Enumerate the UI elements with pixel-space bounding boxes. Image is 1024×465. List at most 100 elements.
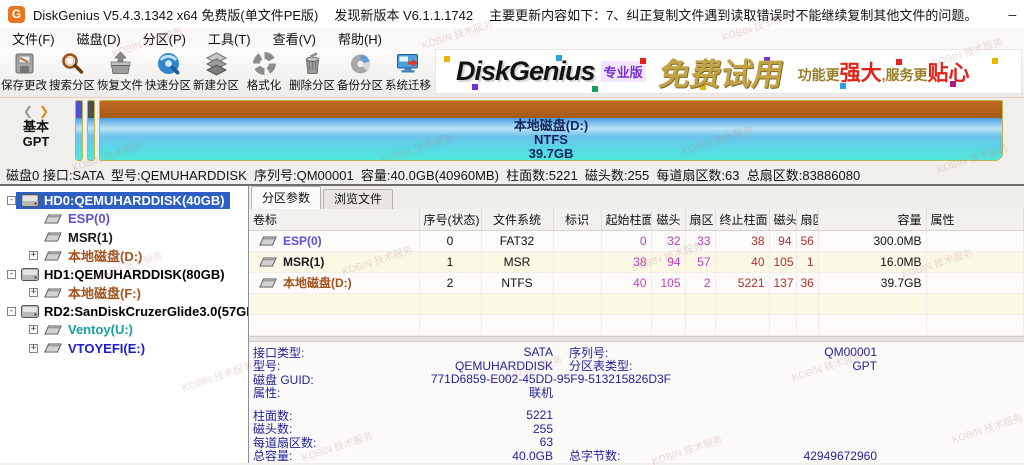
volume-label: MSR(1) [283,254,325,269]
tab-partition-params[interactable]: 分区参数 [251,186,322,209]
cell-attributes [926,293,1024,315]
cell-start-sector: 57 [685,251,716,273]
column-header-end-head[interactable]: 磁头 [769,209,797,231]
tree-item-ventoy[interactable]: + Ventoy(U:) [0,321,248,340]
column-header-attributes[interactable]: 属性 [926,209,1024,231]
cell-end-cylinder: 5221 [715,272,770,294]
minimize-button[interactable]: – [993,2,1024,26]
cell-end-head: 94 [769,230,797,252]
expand-toggle[interactable]: + [29,251,38,261]
partition-block-local-disk-d[interactable]: 本地磁盘(D:) NTFS 39.7GB [99,100,1003,161]
menu-item-help[interactable]: 帮助(H) [327,29,393,48]
column-header-end-sector[interactable]: 扇区 [796,209,819,231]
next-disk-arrow-icon[interactable]: ❯ [39,104,55,118]
expand-toggle[interactable]: - [7,269,16,279]
tree-item-hd0[interactable]: - HD0:QEMUHARDDISK(40GB) [0,191,248,210]
expand-toggle[interactable]: + [29,325,38,335]
tree-item-label: 本地磁盘(D:) [68,249,143,265]
cell-start-cylinder: 40 [601,272,652,294]
promo-banner[interactable]: DiskGenius 专业版 免费试用 功能更强大,服务更贴心 [435,49,1022,94]
toolbar-system-migrate-button[interactable]: 系统迁移 [384,48,432,97]
partition-slice-esp[interactable] [75,100,83,161]
toolbar-new-partition-button[interactable]: 新建分区 [192,48,240,97]
menu-item-partition[interactable]: 分区(P) [132,29,197,48]
cell-capacity: 39.7GB [818,272,927,294]
tree-item-esp[interactable]: ESP(0) [0,210,248,229]
partition-row-msr[interactable]: MSR(1) 1 MSR 38 94 57 40 105 1 16.0MB [249,251,1024,273]
partition-table: 卷标序号(状态)文件系统标识起始柱面磁头扇区终止柱面磁头扇区容量属性ESP(0)… [249,209,1024,336]
menu-item-disk[interactable]: 磁盘(D) [66,29,132,48]
tree-item-vtoyefi[interactable]: + VTOYEFI(E:) [0,339,248,358]
tree-item-label: MSR(1) [68,229,113,245]
toolbar-quick-partition-button[interactable]: 快速分区 [144,48,192,97]
cell-end-head: 137 [769,272,797,294]
detail-row: 属性: 联机 [253,386,1024,400]
cell-end-sector: 56 [796,230,819,252]
toolbar-search-partition-button[interactable]: 搜索分区 [48,48,96,97]
tree-item-rd2[interactable]: - RD2:SanDiskCruzerGlide3.0(57GB) [0,302,248,321]
column-header-flag[interactable]: 标识 [553,209,602,231]
expand-toggle[interactable]: + [29,343,38,353]
tree-item-hd1[interactable]: - HD1:QEMUHARDDISK(80GB) [0,265,248,284]
cell-end-head [769,314,797,336]
cell-flag [553,251,602,273]
column-header-start-cylinder[interactable]: 起始柱面 [601,209,652,231]
detail-value: 512 Bytes [681,462,877,463]
menu-item-file[interactable]: 文件(F) [1,29,66,48]
disk-type-label: 基本 [22,119,49,134]
cell-start-head: 94 [651,251,686,273]
toolbar-button-label: 新建分区 [192,78,240,92]
cell-start-head [651,314,686,336]
column-header-volume-label[interactable]: 卷标 [249,209,420,231]
expand-toggle[interactable]: + [29,288,38,298]
tree-item-label: RD2:SanDiskCruzerGlide3.0(57GB) [44,303,248,319]
disk-icon [21,304,39,318]
partition-row-local-d[interactable]: 本地磁盘(D:) 2 NTFS 40 105 2 5221 137 36 39.7GB [249,272,1024,294]
cell-file-system: MSR [481,251,554,273]
detail-value: 255 [532,421,553,436]
cell-volume-label: ESP(0) [249,230,420,252]
column-header-start-head[interactable]: 磁头 [651,209,686,231]
cell-end-cylinder [715,314,770,336]
column-header-seq-status[interactable]: 序号(状态) [419,209,482,231]
partition-slice-msr[interactable] [87,100,95,161]
cell-file-system: NTFS [481,272,554,294]
cell-end-sector: 36 [796,272,819,294]
cell-start-cylinder: 0 [601,230,652,252]
partition-row-esp[interactable]: ESP(0) 0 FAT32 0 32 33 38 94 56 300.0MB [249,230,1024,252]
toolbar-recover-files-button[interactable]: 恢复文件 [96,48,144,97]
empty-row [249,293,1024,315]
cell-start-head: 32 [651,230,686,252]
cell-seq-status: 1 [419,251,482,273]
tree-item-local-d[interactable]: + 本地磁盘(D:) [0,247,248,266]
toolbar-delete-partition-button[interactable]: 删除分区 [288,48,336,97]
cell-end-sector [796,314,819,336]
toolbar-backup-partition-button[interactable]: 备份分区 [336,48,384,97]
tab-browse-files[interactable]: 浏览文件 [323,189,394,209]
expand-toggle[interactable]: - [7,306,16,316]
cell-start-sector [685,293,716,315]
toolbar-save-changes-button[interactable]: 保存更改 [0,48,48,97]
new-partition-icon [205,52,227,76]
partition-icon [44,343,62,353]
column-header-end-cylinder[interactable]: 终止柱面 [715,209,770,231]
column-header-capacity[interactable]: 容量 [818,209,927,231]
cell-seq-status: 0 [419,230,482,252]
disk-icon [21,193,39,207]
tree-item-msr[interactable]: MSR(1) [0,228,248,247]
expand-toggle[interactable]: - [7,195,16,205]
cell-file-system [481,314,554,336]
toolbar-button-label: 删除分区 [288,78,336,92]
prev-disk-arrow-icon[interactable]: ❮ [23,104,39,118]
menu-item-view[interactable]: 查看(V) [262,29,327,48]
cell-start-sector [685,314,716,336]
partition-icon [259,257,277,266]
column-header-start-sector[interactable]: 扇区 [685,209,716,231]
tree-item-local-f[interactable]: + 本地磁盘(F:) [0,284,248,303]
toolbar-format-button[interactable]: 格式化 [240,48,288,97]
cell-end-sector: 1 [796,251,819,273]
column-header-file-system[interactable]: 文件系统 [481,209,554,231]
detail-row: 总扇区数:83886080 扇区大小:512 Bytes [253,462,1024,463]
menu-item-tools[interactable]: 工具(T) [197,29,262,48]
toolbar: 保存更改 搜索分区 恢复文件 快速分区 新建分区 格式化 删除分区 备份分区 系统迁移 Disk… [0,48,1024,98]
